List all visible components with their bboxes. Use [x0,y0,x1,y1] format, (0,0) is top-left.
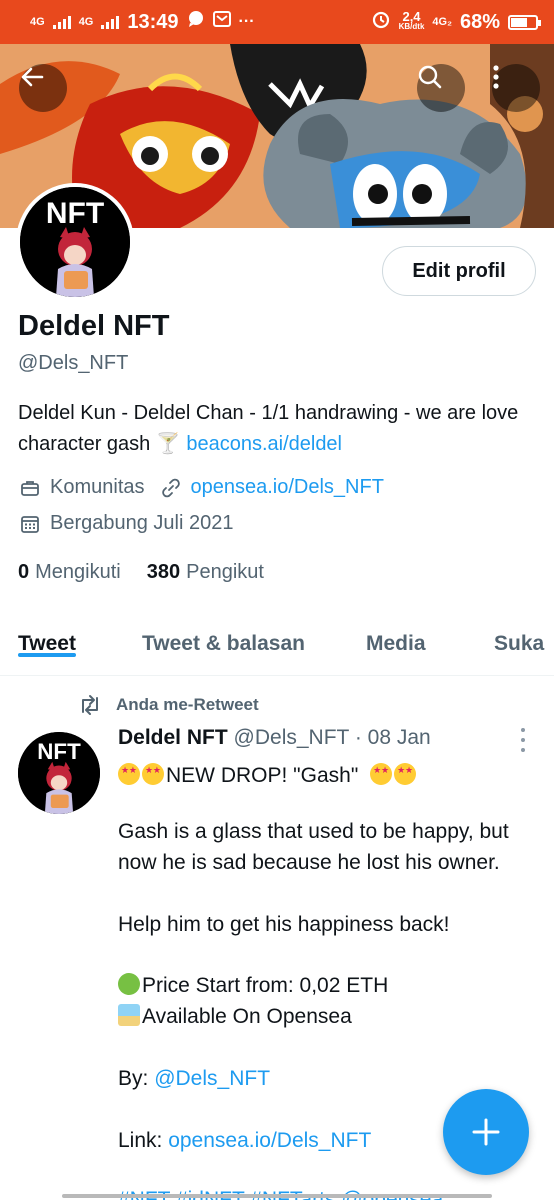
following-label: Mengikuti [35,561,121,583]
tweet-author-name[interactable]: Deldel NFT [118,726,228,749]
compose-tweet-button[interactable] [443,1089,529,1175]
speed-unit: KB/dtk [398,22,425,31]
home-indicator[interactable] [62,1194,492,1198]
followers-label: Pengikut [186,561,264,583]
profile-name: Deldel NFT [18,310,170,342]
followers-link[interactable]: 380 Pengikut [147,561,264,584]
star-struck-emoji [118,763,140,785]
profile-website-link[interactable]: opensea.io/Dels_NFT [191,476,384,499]
edit-profile-button[interactable]: Edit profil [382,246,536,296]
tweet-avatar-artwork: NFT [18,732,100,814]
money-mouth-emoji [118,973,140,995]
tab-tweet-replies[interactable]: Tweet & balasan [142,612,305,656]
status-right: 2,4 KB/dtk 4G₂ 68% [371,9,541,35]
tweet-by-handle[interactable]: @Dels_NFT [154,1067,270,1090]
calendar-icon [20,514,40,534]
mail-notification-icon [212,10,231,34]
tweet-call-to-action: Help him to get his happiness back! [118,913,450,936]
status-left: 4G 4G 13:49 ··· [30,10,255,34]
star-struck-emoji [394,763,417,785]
network-label-3: 4G₂ [432,15,452,28]
network-label-1: 4G [30,15,45,28]
tweet-available: Available On Opensea [142,1005,352,1028]
briefcase-icon [20,478,40,498]
avatar-image: NFT [20,187,130,297]
tweet-description: Gash is a glass that used to be happy, b… [118,820,509,874]
tweet-separator: · [354,726,362,749]
tweet-by-label: By: [118,1067,149,1090]
profile-avatar[interactable]: NFT [16,183,134,301]
profile-joined-row: Bergabung Juli 2021 [20,512,233,535]
profile-joined-date: Bergabung Juli 2021 [50,512,234,534]
tweet-author-handle[interactable]: @Dels_NFT [234,726,349,749]
signal-icon-2 [101,15,120,29]
chat-notification-icon [187,10,205,34]
avatar-artwork: NFT [20,187,130,297]
tweet-more-button[interactable] [516,728,530,752]
battery-icon [508,14,541,30]
follow-stats: 0 Mengikuti 380 Pengikut [18,561,264,584]
more-options-button[interactable] [492,64,540,112]
profile-tabs: Tweet Tweet & balasan Media Suka [0,612,554,676]
network-speed: 2,4 KB/dtk [398,9,425,32]
arrow-left-icon [21,67,44,87]
alarm-icon [371,9,391,35]
network-label-2: 4G [78,15,94,28]
tab-tweet[interactable]: Tweet [18,612,76,657]
profile-category: Komunitas [50,476,145,498]
tweet-link-label: Link: [118,1129,163,1152]
retweet-label: Anda me-Retweet [116,695,259,714]
battery-percent: 68% [459,10,500,33]
tweet-available-line: Available On Opensea [118,1001,538,1032]
avatar-logo-text: NFT [46,197,104,230]
search-icon [418,65,442,89]
signal-icon [52,15,71,29]
island-emoji [118,1004,140,1026]
tweet-date[interactable]: 08 Jan [368,726,431,749]
back-button[interactable] [19,64,67,112]
more-notifications: ··· [238,13,255,30]
following-link[interactable]: 0 Mengikuti [18,561,121,584]
following-count: 0 [18,561,30,583]
star-struck-emoji [370,763,393,785]
tab-media[interactable]: Media [366,612,426,656]
retweet-icon [82,695,98,715]
tweet-link-url[interactable]: opensea.io/Dels_NFT [168,1129,371,1152]
followers-count: 380 [146,561,181,583]
search-button[interactable] [417,64,465,112]
tweet-drop-text: NEW DROP! "Gash" [166,764,359,787]
more-vertical-icon [493,65,499,89]
link-icon [161,478,181,498]
tweet-avatar-logo-text: NFT [37,739,81,764]
profile-handle: @Dels_NFT [18,352,129,374]
tweet-line-1: NEW DROP! "Gash" [118,760,538,791]
plus-icon [472,1118,500,1146]
profile-bio: Deldel Kun - Deldel Chan - 1/1 handrawin… [18,398,528,460]
star-struck-emoji [142,763,164,785]
tab-likes[interactable]: Suka [494,612,544,656]
profile-meta-row: Komunitas opensea.io/Dels_NFT [20,476,384,499]
tweet-price: Price Start from: 0,02 ETH [142,974,389,997]
status-bar: 4G 4G 13:49 ··· 2,4 KB/dtk 4G₂ 68% [0,0,554,44]
clock: 13:49 [127,10,179,33]
retweet-indicator: Anda me-Retweet [78,694,259,716]
speed-value: 2,4 [402,9,421,24]
bio-link[interactable]: beacons.ai/deldel [186,433,342,455]
tweet-price-line: Price Start from: 0,02 ETH [118,970,538,1001]
tweet-avatar[interactable]: NFT [18,732,100,814]
tweet-header: Deldel NFT @Dels_NFT · 08 Jan [118,726,431,750]
cocktail-emoji: 🍸 [155,433,181,455]
